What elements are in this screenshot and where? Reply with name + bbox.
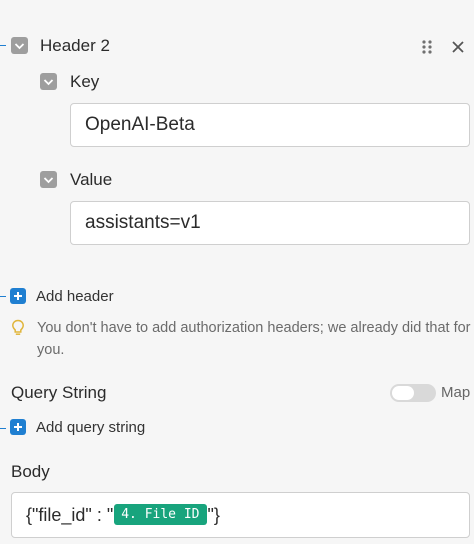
body-prefix-text: {"file_id" : "	[26, 504, 114, 525]
lightbulb-icon	[11, 319, 25, 337]
connector-line	[0, 296, 6, 297]
connector-line	[0, 45, 6, 46]
map-toggle[interactable]	[390, 384, 436, 402]
plus-icon	[10, 419, 26, 435]
file-id-pill[interactable]: 4. File ID	[114, 503, 207, 525]
toggle-knob	[392, 386, 414, 400]
add-header-button[interactable]: Add header	[10, 287, 210, 307]
chevron-down-icon	[43, 176, 54, 183]
key-label: Key	[70, 72, 100, 91]
value-input[interactable]: assistants=v1	[70, 201, 470, 245]
value-collapse-checkbox[interactable]	[40, 171, 57, 188]
chevron-down-icon	[14, 42, 25, 49]
add-query-string-button[interactable]: Add query string	[10, 418, 210, 438]
header-item-title: Header 2	[40, 36, 110, 55]
add-query-string-label: Add query string	[36, 419, 146, 436]
connector-line	[0, 428, 6, 429]
map-label: Map	[441, 384, 471, 401]
add-header-label: Add header	[36, 288, 114, 305]
chevron-down-icon	[43, 78, 54, 85]
auth-hint-text: You don't have to add authorization head…	[37, 320, 471, 358]
key-input[interactable]: OpenAI-Beta	[70, 103, 470, 147]
body-title: Body	[11, 462, 50, 481]
plus-icon	[10, 288, 26, 304]
key-input-value: OpenAI-Beta	[85, 114, 195, 135]
close-icon[interactable]	[451, 40, 465, 54]
key-collapse-checkbox[interactable]	[40, 73, 57, 90]
value-input-value: assistants=v1	[85, 212, 201, 233]
value-label: Value	[70, 170, 113, 189]
body-suffix-text: "}	[207, 504, 220, 525]
query-string-title: Query String	[11, 383, 107, 402]
header-collapse-checkbox[interactable]	[11, 37, 28, 54]
drag-handle-icon[interactable]	[421, 39, 433, 55]
body-input[interactable]: {"file_id" : " 4. File ID "}	[11, 492, 470, 538]
